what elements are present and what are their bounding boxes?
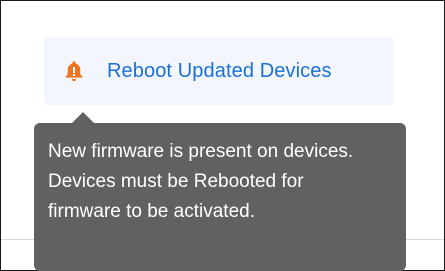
tooltip-text: New firmware is present on devices. Devi…: [48, 141, 354, 222]
tooltip-arrow: [72, 112, 94, 123]
reboot-tooltip: New firmware is present on devices. Devi…: [34, 123, 406, 271]
reboot-button-label: Reboot Updated Devices: [107, 59, 332, 82]
panel-frame: Reboot Updated Devices New firmware is p…: [0, 0, 445, 271]
bell-icon: [65, 60, 83, 82]
reboot-updated-devices-button[interactable]: Reboot Updated Devices: [44, 37, 394, 105]
